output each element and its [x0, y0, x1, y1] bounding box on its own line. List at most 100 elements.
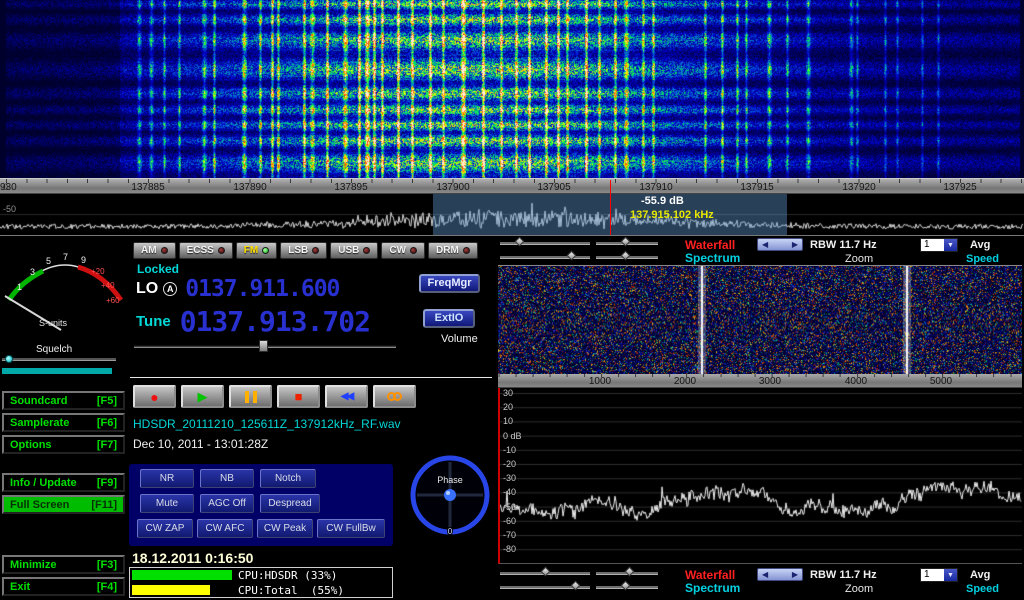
db-tick-label: -20	[503, 459, 516, 469]
tune-frequency-value[interactable]: 0137.913.702	[180, 305, 370, 338]
mode-lsb-button[interactable]: LSB	[280, 242, 327, 259]
dropdown-arrow-icon[interactable]: ▼	[944, 569, 957, 581]
scroll-left-icon[interactable]: ◀	[762, 570, 768, 579]
slider-thumb[interactable]	[621, 251, 631, 261]
spectrum-label: Spectrum	[685, 251, 740, 265]
lo-auto-badge-icon[interactable]: A	[163, 282, 177, 296]
tune-label: Tune	[136, 313, 171, 330]
waterfall-brightness-slider[interactable]	[500, 238, 590, 248]
spectrum-offset-slider[interactable]	[596, 582, 658, 592]
loop-button[interactable]	[373, 385, 416, 408]
slider-thumb[interactable]	[567, 251, 577, 261]
svg-text:9: 9	[81, 255, 86, 265]
slider-thumb[interactable]	[621, 237, 631, 247]
avg-speed-value: 1	[921, 239, 944, 251]
cw-fullbw-button[interactable]: CW FullBw	[317, 519, 385, 538]
slider-thumb[interactable]	[625, 567, 635, 577]
rf-waterfall-display[interactable]	[0, 0, 1024, 178]
waterfall-contrast-slider[interactable]	[596, 238, 658, 248]
nb-button[interactable]: NB	[200, 469, 254, 488]
spectrum-range-slider[interactable]	[500, 582, 590, 592]
freqmgr-button[interactable]: FreqMgr	[419, 274, 480, 293]
options-button[interactable]: Options[F7]	[2, 435, 125, 454]
freq-tick-label: 137890	[233, 182, 266, 193]
cpu-total-bar	[132, 585, 210, 595]
mute-button[interactable]: Mute	[140, 494, 194, 513]
audio-display-controls-top: Waterfall Spectrum ◀ ▶ RBW 11.7 Hz Zoom …	[496, 238, 1024, 265]
mode-usb-button[interactable]: USB	[330, 242, 378, 259]
audio-spectrum-display[interactable]: 30 20 10 0 dB -10 -20 -30 -40 -50 -60 -7…	[498, 388, 1022, 564]
audio-waterfall-display[interactable]	[498, 265, 1022, 374]
freq-tick-label: 1000	[589, 376, 611, 387]
rewind-button[interactable]: ◀◀	[325, 385, 368, 408]
avg-speed-select[interactable]: 1 ▼	[920, 568, 958, 582]
mode-cw-button[interactable]: CW	[381, 242, 425, 259]
squelch-track	[2, 358, 116, 360]
squelch-thumb[interactable]	[5, 355, 13, 363]
freq-tick-label: 3000	[759, 376, 781, 387]
fullscreen-button[interactable]: Full Screen[F11]	[2, 495, 125, 514]
squelch-slider[interactable]	[2, 353, 116, 365]
tune-frequency-row: Tune 0137.913.702	[136, 305, 370, 338]
cw-afc-button[interactable]: CW AFC	[197, 519, 253, 538]
slider-thumb[interactable]	[541, 567, 551, 577]
cw-zap-button[interactable]: CW ZAP	[137, 519, 193, 538]
db-tick-label: -80	[503, 544, 516, 554]
phase-dot-icon	[444, 489, 456, 501]
mode-ecss-button[interactable]: ECSS	[179, 242, 233, 259]
rf-frequency-scale[interactable]: 0 137885 137890 137895 137900 137905 137…	[0, 178, 1024, 194]
signal-level-bar	[2, 368, 112, 374]
zoom-label: Zoom	[845, 253, 873, 265]
audio-frequency-scale[interactable]: 1000 2000 3000 4000 5000	[498, 374, 1022, 388]
record-button[interactable]: ●	[133, 385, 176, 408]
play-button[interactable]: ▶	[181, 385, 224, 408]
slider-thumb[interactable]	[515, 237, 525, 247]
waterfall-brightness-slider[interactable]	[500, 568, 590, 578]
playback-controls: ● ▶ ■ ◀◀	[133, 385, 416, 408]
mode-fm-button[interactable]: FM	[236, 242, 277, 259]
zoom-scrollbar[interactable]: ◀ ▶	[757, 238, 803, 251]
waterfall-contrast-slider[interactable]	[596, 568, 658, 578]
mode-am-button[interactable]: AM	[133, 242, 176, 259]
exit-button[interactable]: Exit[F4]	[2, 577, 125, 596]
stop-button[interactable]: ■	[277, 385, 320, 408]
slider-thumb[interactable]	[571, 581, 581, 591]
scroll-right-icon[interactable]: ▶	[792, 240, 798, 249]
samplerate-button[interactable]: Samplerate[F6]	[2, 413, 125, 432]
lo-frequency-value[interactable]: 0137.911.600	[185, 276, 339, 302]
agc-button[interactable]: AGC Off	[200, 494, 254, 513]
info-update-button[interactable]: Info / Update[F9]	[2, 473, 125, 492]
notch-button[interactable]: Notch	[260, 469, 316, 488]
spectrum-offset-slider[interactable]	[596, 252, 658, 262]
zoom-scrollbar[interactable]: ◀ ▶	[757, 568, 803, 581]
soundcard-button[interactable]: Soundcard[F5]	[2, 391, 125, 410]
db-tick-label: -30	[503, 473, 516, 483]
slider-thumb[interactable]	[621, 581, 631, 591]
minimize-button[interactable]: Minimize[F3]	[2, 555, 125, 574]
avg-speed-select[interactable]: 1 ▼	[920, 238, 958, 252]
freq-tick-label: 137895	[334, 182, 367, 193]
rbw-readout: RBW 11.7 Hz	[810, 239, 877, 251]
mode-drm-button[interactable]: DRM	[428, 242, 478, 259]
mode-led-icon	[410, 247, 417, 254]
playback-filename: HDSDR_20111210_125611Z_137912kHz_RF.wav	[133, 417, 401, 431]
scroll-right-icon[interactable]: ▶	[792, 570, 798, 579]
volume-slider[interactable]	[134, 340, 396, 352]
spectrum-range-slider[interactable]	[500, 252, 590, 262]
audio-spectrum-trace[interactable]	[500, 388, 1022, 563]
extio-button[interactable]: ExtIO	[423, 309, 475, 328]
volume-thumb[interactable]	[259, 340, 268, 352]
rf-spectrum-display[interactable]: -55.9 dB 137.915.102 kHz -50	[0, 194, 1024, 236]
waterfall-label: Waterfall	[685, 238, 735, 252]
scroll-left-icon[interactable]: ◀	[762, 240, 768, 249]
svg-text:7: 7	[63, 252, 68, 262]
despread-button[interactable]: Despread	[260, 494, 320, 513]
pause-button[interactable]	[229, 385, 272, 408]
db-tick-label: -60	[503, 516, 516, 526]
dropdown-arrow-icon[interactable]: ▼	[944, 239, 957, 251]
s-meter-green-band	[9, 271, 43, 300]
volume-label: Volume	[441, 333, 478, 345]
cw-peak-button[interactable]: CW Peak	[257, 519, 313, 538]
nr-button[interactable]: NR	[140, 469, 194, 488]
mode-led-icon	[312, 247, 319, 254]
